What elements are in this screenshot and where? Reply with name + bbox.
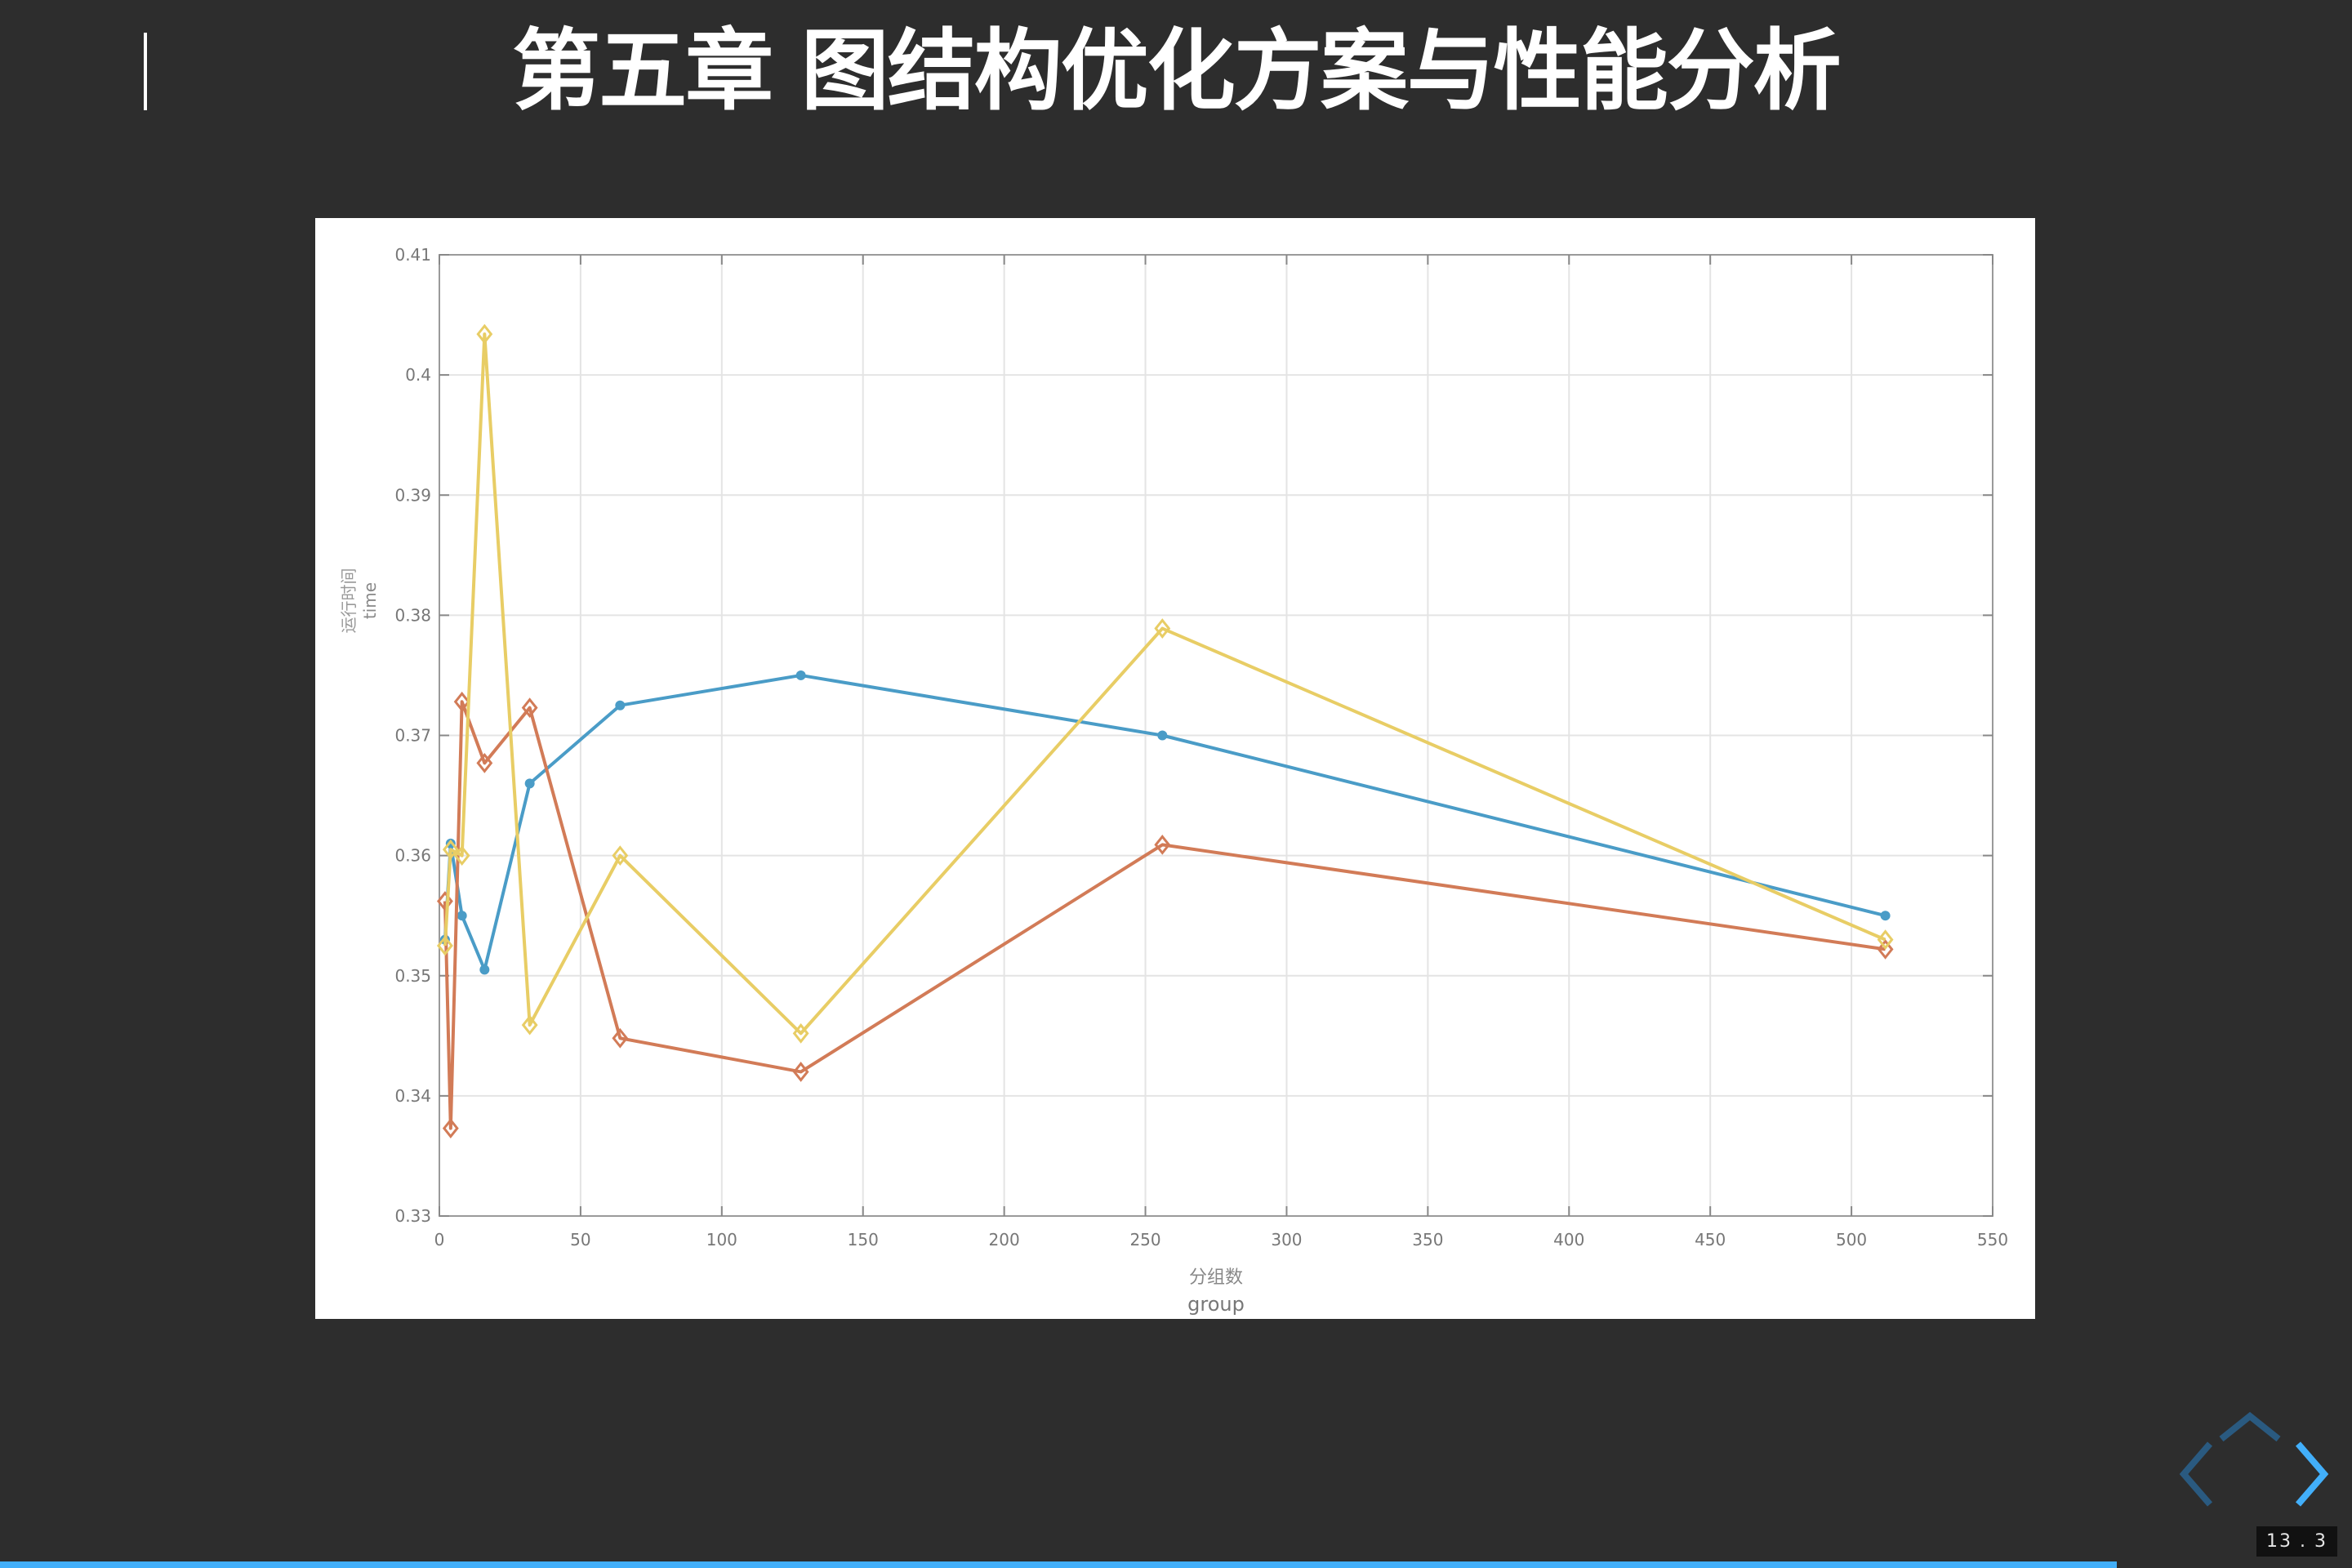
x-tick-label: 350 bbox=[1412, 1230, 1443, 1250]
x-tick-label: 0 bbox=[434, 1230, 445, 1250]
series-line-2 bbox=[443, 700, 1886, 1130]
y-tick-label: 0.4 bbox=[405, 365, 431, 385]
y-tick-label: 0.41 bbox=[394, 245, 431, 265]
y-tick-label: 0.37 bbox=[394, 726, 431, 746]
chevron-up-icon[interactable] bbox=[2213, 1411, 2287, 1444]
data-point bbox=[1880, 911, 1891, 921]
series-line-3 bbox=[443, 332, 1886, 1036]
chart-panel: 0 50 100 150 200 250 300 350 400 450 500 550 0.33 0.3… bbox=[315, 218, 2035, 1319]
y-tick-label: 0.36 bbox=[394, 846, 431, 866]
y-tick-label: 0.33 bbox=[394, 1206, 431, 1226]
chart-series bbox=[436, 323, 1894, 1138]
x-tick-label: 400 bbox=[1553, 1230, 1584, 1250]
chevron-left-icon[interactable] bbox=[2176, 1437, 2216, 1511]
data-point bbox=[1157, 730, 1168, 741]
x-axis-label-en: group bbox=[1187, 1293, 1245, 1316]
x-axis-label: 分组数 bbox=[1189, 1267, 1243, 1288]
axis-ticks: 0 50 100 150 200 250 300 350 400 450 500 550 0.33 0.3… bbox=[394, 245, 2008, 1250]
progress-fill bbox=[0, 1561, 2117, 1568]
data-point bbox=[615, 700, 626, 710]
page-indicator: 13 . 3 bbox=[2256, 1526, 2337, 1557]
data-point bbox=[479, 964, 490, 975]
y-tick-label: 0.34 bbox=[394, 1086, 431, 1106]
progress-bar bbox=[0, 1561, 2352, 1568]
y-axis-label-en: time bbox=[360, 582, 380, 619]
x-tick-label: 300 bbox=[1271, 1230, 1302, 1250]
x-tick-label: 250 bbox=[1129, 1230, 1160, 1250]
data-point bbox=[524, 778, 535, 789]
y-tick-label: 0.39 bbox=[394, 485, 431, 505]
y-tick-label: 0.35 bbox=[394, 966, 431, 986]
x-tick-label: 150 bbox=[848, 1230, 879, 1250]
x-tick-label: 450 bbox=[1695, 1230, 1726, 1250]
line-chart: 0 50 100 150 200 250 300 350 400 450 500 550 0.33 0.3… bbox=[339, 245, 2008, 1316]
x-tick-label: 550 bbox=[1977, 1230, 2008, 1250]
x-tick-label: 500 bbox=[1836, 1230, 1867, 1250]
y-axis-label: 运行时间 bbox=[339, 568, 359, 634]
slide-title: 第五章 图结构优化方案与性能分析 bbox=[512, 20, 1842, 122]
series-line-1 bbox=[443, 673, 1886, 972]
x-tick-label: 200 bbox=[989, 1230, 1020, 1250]
x-tick-label: 100 bbox=[706, 1230, 737, 1250]
chevron-right-icon[interactable] bbox=[2292, 1437, 2332, 1511]
data-point bbox=[457, 911, 467, 921]
y-tick-label: 0.38 bbox=[394, 605, 431, 625]
chart-grid bbox=[439, 254, 1993, 1217]
x-tick-label: 50 bbox=[570, 1230, 590, 1250]
data-point bbox=[795, 670, 806, 680]
